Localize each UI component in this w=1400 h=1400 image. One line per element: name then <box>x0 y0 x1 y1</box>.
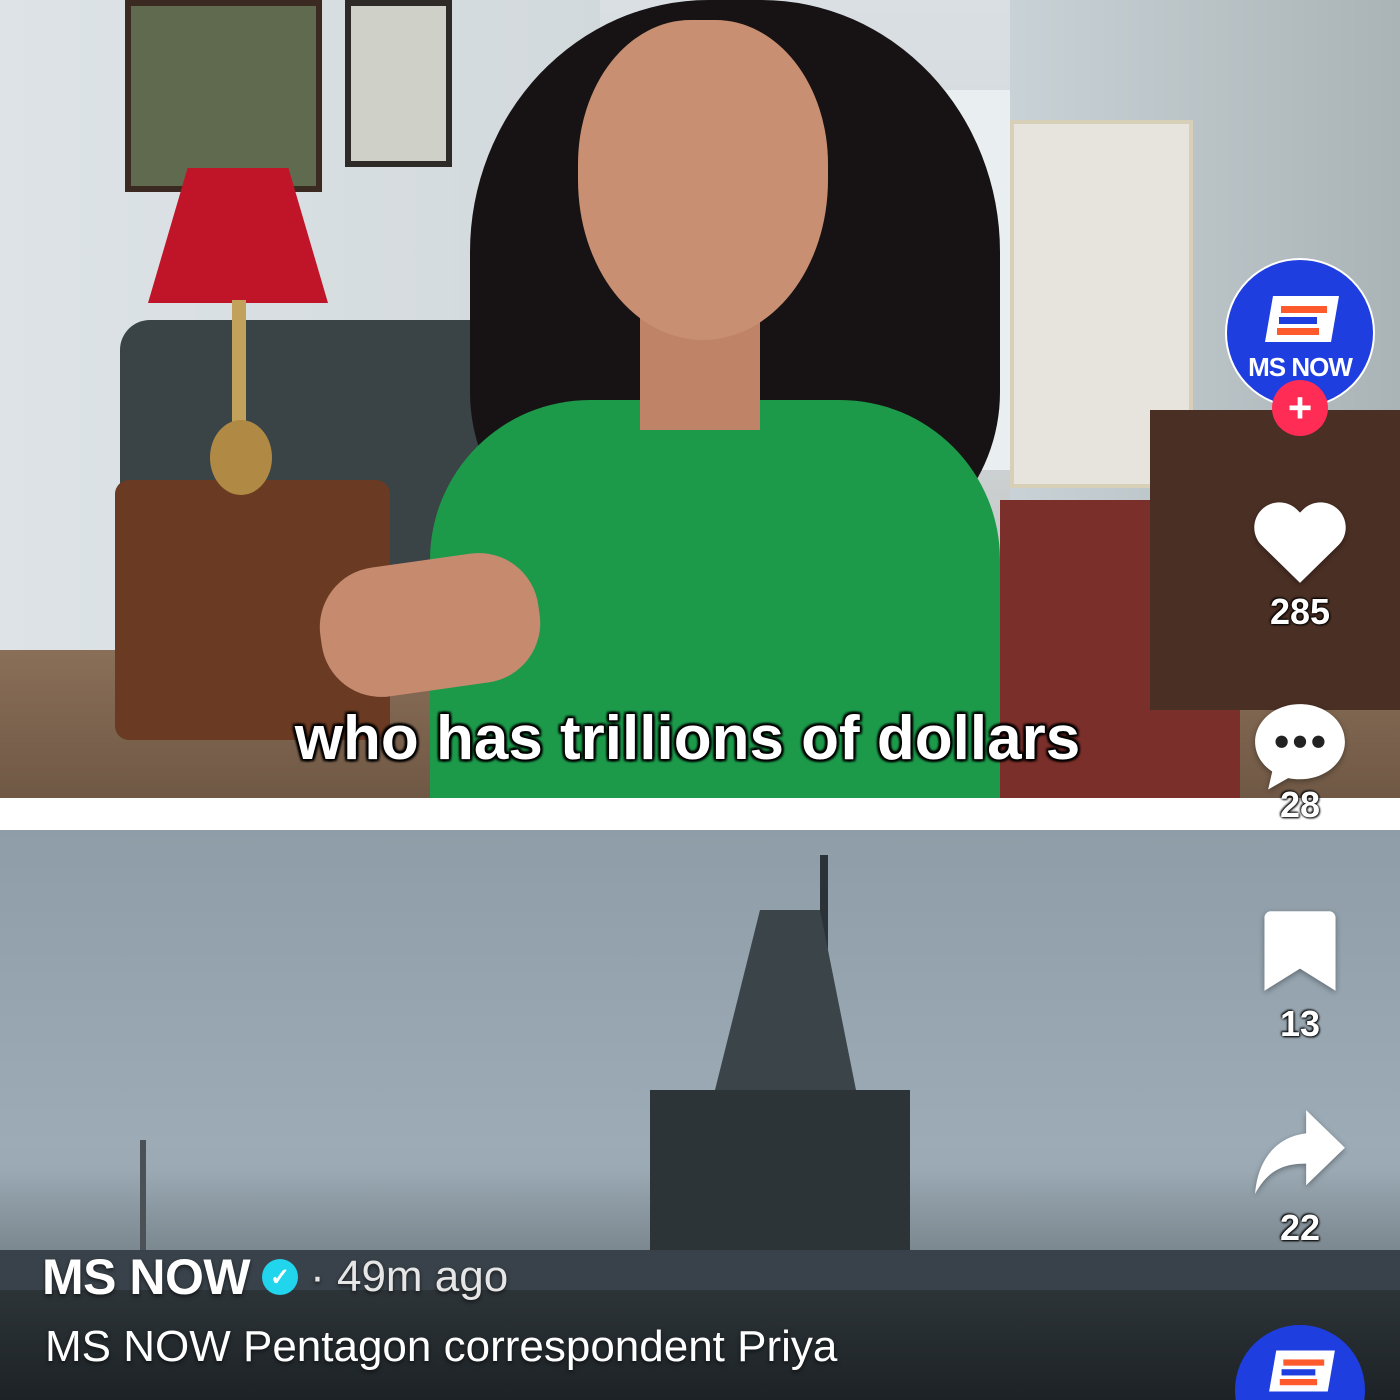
lamp-base <box>210 420 272 495</box>
msnow-logo-icon <box>1265 296 1339 342</box>
frame-divider <box>0 798 1400 830</box>
ship-superstructure <box>650 1090 910 1250</box>
ship-island <box>710 910 860 1110</box>
speech-bubble-icon <box>1255 704 1345 790</box>
presenter-face <box>578 20 828 340</box>
wall-painting <box>125 0 322 192</box>
like-button[interactable]: 285 <box>1230 495 1370 633</box>
bookmark-icon <box>1264 911 1336 991</box>
save-count: 13 <box>1279 1003 1321 1044</box>
msnow-logo-icon <box>1269 1350 1335 1392</box>
check-badge-icon: ✓ <box>262 1259 299 1295</box>
video-frame-bottom[interactable] <box>0 830 1400 1400</box>
like-count: 285 <box>1269 591 1331 632</box>
comment-button[interactable]: 28 <box>1230 698 1370 826</box>
video-frame-top[interactable]: who has trillions of dollars <box>0 0 1400 798</box>
creator-avatar-group: MS NOW + <box>1225 258 1375 438</box>
share-button[interactable]: 22 <box>1230 1105 1370 1249</box>
lamp-stem <box>232 300 246 430</box>
save-button[interactable]: 13 <box>1230 905 1370 1045</box>
share-count: 22 <box>1279 1207 1321 1248</box>
harbor-crane <box>140 1140 146 1250</box>
follow-button[interactable]: + <box>1272 380 1328 436</box>
wall-frame <box>345 0 452 167</box>
share-arrow-icon <box>1255 1110 1345 1194</box>
post-meta: MS NOW ✓ · 49m ago <box>42 1248 508 1306</box>
post-time: · 49m ago <box>310 1252 509 1301</box>
account-name[interactable]: MS NOW <box>42 1248 251 1306</box>
post-description[interactable]: MS NOW Pentagon correspondent Priya <box>45 1322 837 1372</box>
avatar-label: MS NOW <box>1248 352 1353 382</box>
video-feed-screen: who has trillions of dollars MS NOW ✓ · … <box>0 0 1400 1400</box>
heart-icon <box>1254 502 1346 583</box>
video-caption: who has trillions of dollars <box>294 704 1081 773</box>
